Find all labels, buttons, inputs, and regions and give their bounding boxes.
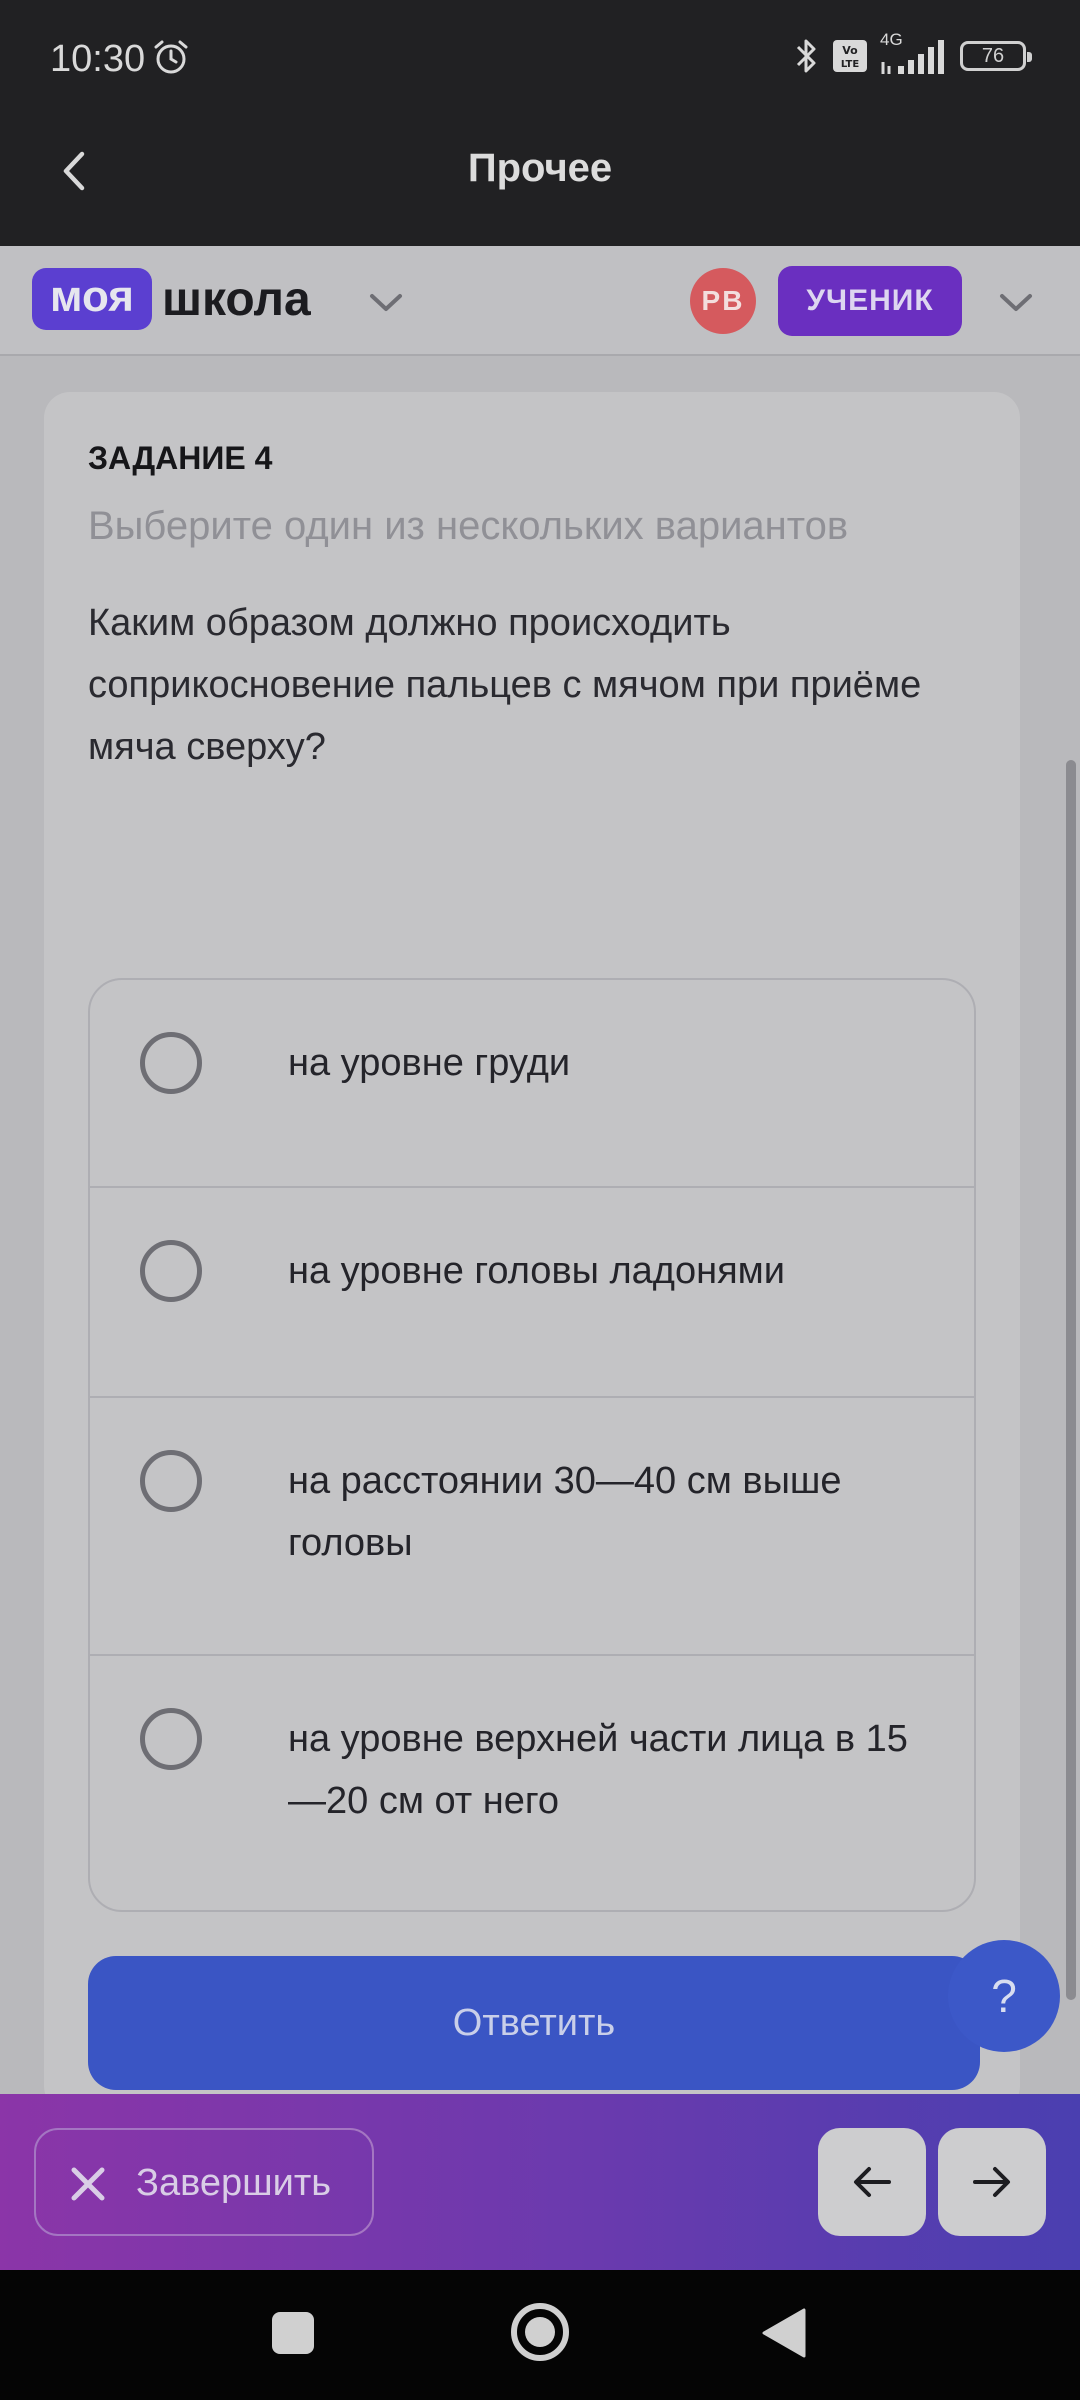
bottom-action-bar: Завершить xyxy=(0,2094,1080,2270)
answer-option[interactable]: на уровне верхней части лица в 15 —20 см… xyxy=(90,1656,974,1910)
battery-icon: 76 xyxy=(960,41,1032,71)
answer-options: на уровне груди на уровне головы ладоням… xyxy=(88,978,976,1912)
logo-part-1: моя xyxy=(32,268,152,330)
scrollbar[interactable] xyxy=(1066,760,1076,2000)
answer-option[interactable]: на расстоянии 30—40 см выше головы xyxy=(90,1398,974,1656)
back-nav-icon[interactable] xyxy=(760,2306,810,2360)
logo-part-2: школа xyxy=(161,272,311,326)
avatar[interactable]: РВ xyxy=(690,268,756,334)
status-time: 10:30 xyxy=(50,38,146,80)
previous-button[interactable] xyxy=(818,2128,926,2236)
svg-text:LTE: LTE xyxy=(841,59,860,70)
app-bar: Прочее xyxy=(0,120,1080,246)
bluetooth-icon xyxy=(796,39,816,73)
school-logo[interactable]: моя школа xyxy=(32,268,311,330)
radio-button[interactable] xyxy=(140,1450,202,1512)
task-hint: Выберите один из нескольких вариантов xyxy=(88,504,849,548)
battery-level: 76 xyxy=(981,45,1005,67)
help-button[interactable]: ? xyxy=(948,1940,1060,2052)
option-label: на расстоянии 30—40 см выше головы xyxy=(288,1460,842,1564)
submit-button[interactable]: Ответить xyxy=(88,1956,980,2090)
status-bar: 10:30 Vo LTE 4G 76 xyxy=(0,0,1080,120)
school-header: моя школа РВ УЧЕНИК xyxy=(0,246,1080,356)
page-title: Прочее xyxy=(467,146,613,190)
task-question: Каким образом должно происходить соприко… xyxy=(88,602,922,768)
task-number: ЗАДАНИЕ 4 xyxy=(88,440,273,476)
finish-button[interactable]: Завершить xyxy=(34,2128,374,2236)
role-badge[interactable]: УЧЕНИК xyxy=(778,266,962,336)
radio-button[interactable] xyxy=(140,1708,202,1770)
option-label: на уровне верхней части лица в 15 —20 см… xyxy=(288,1718,908,1822)
arrow-right-icon xyxy=(973,2167,1010,2197)
arrow-left-icon xyxy=(854,2167,891,2197)
signal-4g-icon: 4G xyxy=(880,30,948,76)
option-label: на уровне груди xyxy=(288,1042,571,1084)
next-button[interactable] xyxy=(938,2128,1046,2236)
recent-apps-icon[interactable] xyxy=(270,2310,316,2356)
volte-icon: Vo LTE xyxy=(833,40,867,72)
close-icon xyxy=(71,2167,105,2201)
option-label: на уровне головы ладонями xyxy=(288,1250,786,1292)
home-icon[interactable] xyxy=(510,2302,570,2362)
svg-text:Vo: Vo xyxy=(842,44,858,57)
alarm-icon xyxy=(154,40,188,74)
account-chevron-down-icon[interactable] xyxy=(996,282,1036,322)
answer-option[interactable]: на уровне головы ладонями xyxy=(90,1188,974,1398)
answer-option[interactable]: на уровне груди xyxy=(90,980,974,1188)
task-card: ЗАДАНИЕ 4 Выберите один из нескольких ва… xyxy=(44,392,1020,2112)
radio-button[interactable] xyxy=(140,1032,202,1094)
system-navigation-bar xyxy=(0,2270,1080,2400)
chevron-down-icon[interactable] xyxy=(366,282,406,322)
radio-button[interactable] xyxy=(140,1240,202,1302)
finish-label: Завершить xyxy=(136,2162,332,2204)
